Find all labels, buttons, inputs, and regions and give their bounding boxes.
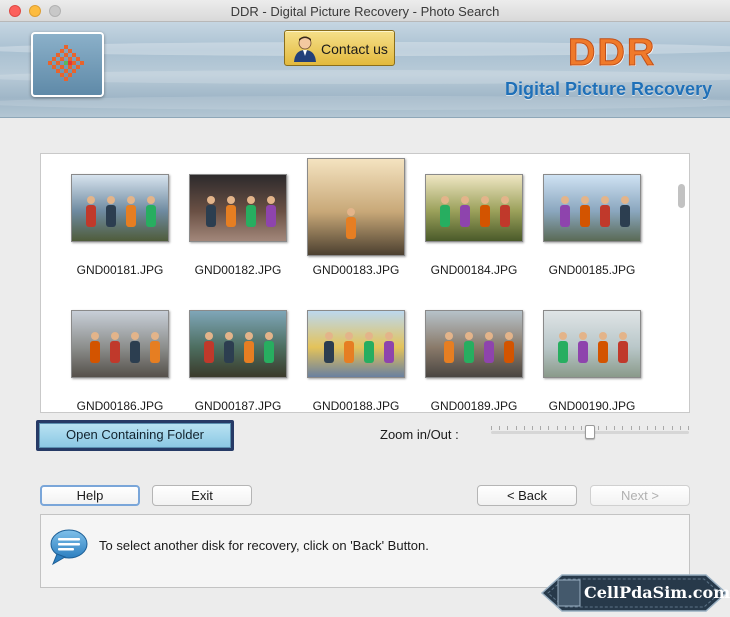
photo-thumbnail[interactable]	[71, 174, 169, 242]
zoom-slider-tick	[507, 426, 508, 430]
zoom-slider-knob[interactable]	[585, 425, 595, 439]
zoom-slider-tick	[540, 426, 541, 430]
zoom-slider-tick	[499, 426, 500, 430]
brand-subtitle: Digital Picture Recovery	[505, 79, 713, 99]
photo-thumbnail[interactable]	[189, 174, 287, 242]
photo-filename: GND00189.JPG	[430, 399, 518, 413]
zoom-slider-tick	[647, 426, 648, 430]
photo-filename: GND00190.JPG	[548, 399, 636, 413]
photo-filename: GND00182.JPG	[194, 263, 282, 277]
zoom-slider-tick	[491, 426, 492, 430]
zoom-slider-tick	[532, 426, 533, 430]
zoom-slider-tick	[573, 426, 574, 430]
message-text: To select another disk for recovery, cli…	[99, 538, 429, 553]
speech-bubble-icon	[50, 529, 88, 566]
open-containing-folder-label: Open Containing Folder	[39, 423, 231, 448]
photo-thumbnail[interactable]	[189, 310, 287, 378]
zoom-slider-tick	[631, 426, 632, 430]
zoom-slider-tick	[688, 426, 689, 430]
zoom-slider[interactable]	[491, 424, 689, 440]
zoom-slider-tick	[581, 426, 582, 430]
zoom-slider-tick	[524, 426, 525, 430]
photo-thumbnail[interactable]	[425, 174, 523, 242]
contact-us-button[interactable]: Contact us	[284, 30, 395, 66]
open-containing-folder-button[interactable]: Open Containing Folder	[36, 420, 234, 451]
zoom-slider-tick	[672, 426, 673, 430]
app-logo	[31, 32, 104, 97]
header-banner: Contact us DDR Digital Picture Recovery	[0, 22, 730, 118]
title-bar: DDR - Digital Picture Recovery - Photo S…	[0, 0, 730, 22]
zoom-label: Zoom in/Out :	[380, 427, 459, 442]
gallery-scrollbar-thumb[interactable]	[678, 184, 685, 208]
photo-filename: GND00184.JPG	[430, 263, 518, 277]
person-icon	[294, 36, 316, 62]
photo-thumbnail[interactable]	[307, 310, 405, 378]
back-button[interactable]: < Back	[477, 485, 577, 506]
photo-thumbnail[interactable]	[425, 310, 523, 378]
photo-thumbnail[interactable]	[71, 310, 169, 378]
zoom-slider-tick	[639, 426, 640, 430]
watermark-banner: CellPdaSim.com	[540, 573, 730, 613]
zoom-slider-tick	[680, 426, 681, 430]
zoom-slider-tick	[606, 426, 607, 430]
checker-logo-icon	[48, 45, 84, 81]
help-button[interactable]: Help	[40, 485, 140, 506]
photo-thumbnail[interactable]	[307, 158, 405, 256]
watermark-text: CellPdaSim.com	[584, 583, 730, 602]
photo-thumbnail[interactable]	[543, 174, 641, 242]
photo-filename: GND00188.JPG	[312, 399, 400, 413]
contact-us-label: Contact us	[321, 41, 388, 57]
zoom-slider-tick	[663, 426, 664, 430]
zoom-slider-tick	[557, 426, 558, 430]
photo-filename: GND00183.JPG	[312, 263, 400, 277]
photo-filename: GND00187.JPG	[194, 399, 282, 413]
window-title: DDR - Digital Picture Recovery - Photo S…	[230, 4, 500, 19]
next-button[interactable]: Next >	[590, 485, 690, 506]
zoom-slider-tick	[614, 426, 615, 430]
zoom-slider-tick	[655, 426, 656, 430]
exit-button[interactable]: Exit	[152, 485, 252, 506]
zoom-slider-tick	[598, 426, 599, 430]
zoom-slider-tick	[565, 426, 566, 430]
brand-logo-text: DDR	[567, 32, 657, 75]
photo-filename: GND00186.JPG	[76, 399, 164, 413]
photo-filename: GND00181.JPG	[76, 263, 164, 277]
photo-filename: GND00185.JPG	[548, 263, 636, 277]
zoom-slider-tick	[516, 426, 517, 430]
zoom-slider-tick	[548, 426, 549, 430]
zoom-slider-tick	[622, 426, 623, 430]
photo-thumbnail[interactable]	[543, 310, 641, 378]
